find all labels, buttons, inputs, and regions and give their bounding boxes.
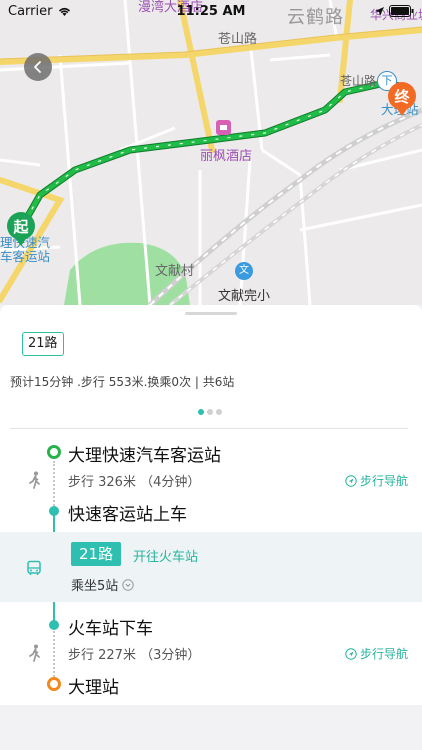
walk2-text: 步行 227米 （3分钟） (68, 648, 201, 663)
sheet-grab-handle[interactable] (185, 312, 237, 315)
alight-node (49, 620, 59, 630)
bus-icon (27, 560, 41, 575)
start-marker[interactable]: 起 (7, 212, 35, 246)
status-bar: Carrier 11:25 AM (0, 0, 422, 22)
start-stop-name: 大理快速汽车客运站 (68, 446, 221, 466)
start-station-label-2: 车客运站 (0, 249, 51, 264)
back-button[interactable] (24, 53, 52, 81)
route-tag: 21路 (22, 332, 64, 356)
page-dot (216, 409, 222, 415)
navigation-icon (345, 647, 357, 660)
route-direction: 开往火车站 (133, 550, 199, 565)
start-marker-tail (14, 236, 28, 246)
ride-stops-label: 乘坐5站 (71, 579, 119, 594)
end-marker[interactable]: 终 (388, 82, 416, 116)
page-dot (198, 409, 204, 415)
walk1-nav-button[interactable]: 步行导航 (345, 472, 408, 489)
route-summary: 预计15分钟 .步行 553米.换乘0次 | 共6站 (10, 375, 235, 389)
walk-icon (29, 644, 40, 662)
route-detail-screen: Carrier 11:25 AM 漫湾大酒店 苍山路 云鹤路 苍山路 丽枫酒店 … (0, 0, 422, 750)
start-node (47, 445, 61, 459)
chevron-down-icon (122, 578, 134, 591)
ride-stops-toggle[interactable]: 乘坐5站 (71, 575, 134, 594)
alight-stop-name: 火车站下车 (68, 619, 153, 639)
walk2-nav-button[interactable]: 步行导航 (345, 645, 408, 662)
walk-connector-bottom (53, 627, 55, 677)
walk1-text: 步行 326米 （4分钟） (68, 475, 201, 490)
walk1-nav-label: 步行导航 (359, 474, 408, 488)
walk-icon (29, 471, 40, 489)
end-marker-tail (395, 106, 409, 116)
navigation-icon (345, 474, 357, 487)
ride-segment: 21路 开往火车站 乘坐5站 (0, 532, 422, 602)
map-label-wenxian-village: 文献村 (155, 264, 195, 279)
status-time: 11:25 AM (176, 3, 246, 19)
map-label-cangshan-road-right: 苍山路 (340, 74, 377, 88)
end-stop-name: 大理站 (68, 678, 119, 698)
map-label-lifeng-hotel: 丽枫酒店 (200, 149, 253, 164)
map-label-cangshan-road: 苍山路 (218, 32, 258, 47)
page-dot (207, 409, 213, 415)
route-badge[interactable]: 21路 (71, 542, 122, 566)
school-poi-icon[interactable]: 文 (235, 262, 253, 280)
board-stop-name: 快速客运站上车 (68, 505, 187, 525)
map-view[interactable]: Carrier 11:25 AM 漫湾大酒店 苍山路 云鹤路 苍山路 丽枫酒店 … (0, 0, 422, 305)
walk-connector-top (53, 461, 55, 509)
route-detail-sheet: 21路 预计15分钟 .步行 553米.换乘0次 | 共6站 大理快速汽车客运站… (0, 305, 422, 705)
map-label-wenxian-school: 文献完小 (218, 289, 271, 304)
end-marker-label: 终 (388, 82, 416, 110)
walk2-nav-label: 步行导航 (359, 647, 408, 661)
bottom-area (0, 705, 422, 750)
divider (10, 428, 408, 429)
end-node (47, 677, 61, 691)
chevron-left-icon (34, 61, 41, 73)
start-marker-label: 起 (7, 212, 35, 240)
page-indicator[interactable] (198, 409, 222, 415)
board-node (49, 506, 59, 516)
